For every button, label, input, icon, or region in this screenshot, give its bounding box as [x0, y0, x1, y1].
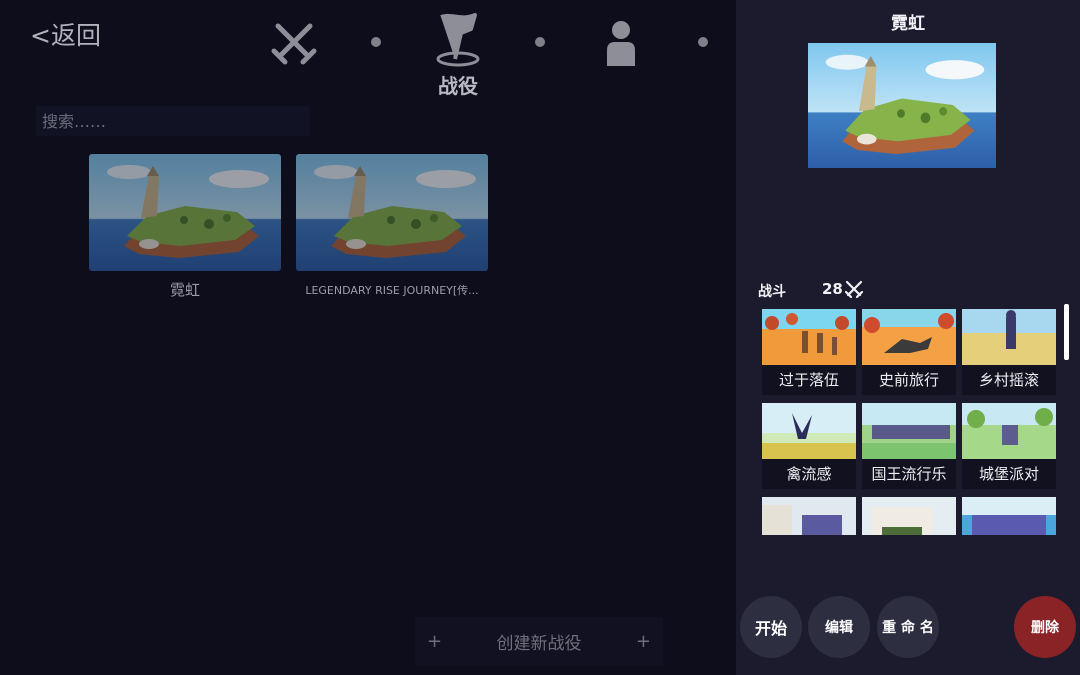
battle-thumbnail: [862, 403, 956, 459]
crossed-swords-icon[interactable]: [266, 14, 322, 70]
battle-thumbnail: [962, 403, 1056, 459]
back-button[interactable]: <返回: [30, 16, 101, 52]
battle-thumbnail: [762, 403, 856, 459]
plus-icon: +: [635, 631, 651, 652]
battle-thumbnail: [962, 309, 1056, 365]
battle-name: 史前旅行: [862, 365, 956, 395]
search-input[interactable]: [36, 106, 309, 136]
battle-count: 28: [822, 280, 843, 298]
battle-thumbnail: [962, 497, 1056, 535]
campaign-title: 霓虹: [891, 14, 925, 34]
battle-tile[interactable]: 乡村摇滚: [962, 309, 1056, 395]
battle-thumbnail: [762, 309, 856, 365]
battle-list[interactable]: 过于落伍 史前旅行 乡村摇滚 禽流感 国王流行乐 城堡派对: [762, 309, 1058, 535]
battle-name: 禽流感: [762, 459, 856, 489]
battle-tile[interactable]: 城堡派对: [962, 403, 1056, 489]
battle-tile[interactable]: [862, 497, 956, 535]
battle-tile[interactable]: 过于落伍: [762, 309, 856, 395]
battle-tile[interactable]: 史前旅行: [862, 309, 956, 395]
battles-label: 战斗: [758, 284, 786, 300]
mode-separator-dot: [371, 37, 381, 47]
battle-tile[interactable]: 国王流行乐: [862, 403, 956, 489]
create-campaign-label: 创建新战役: [496, 634, 582, 654]
battle-tile[interactable]: 禽流感: [762, 403, 856, 489]
battle-thumbnail: [762, 497, 856, 535]
person-icon[interactable]: [593, 14, 649, 70]
campaign-thumbnail: [89, 154, 281, 271]
flag-icon[interactable]: [430, 12, 486, 68]
campaign-name: LEGENDARY RISE JOURNEY[传...: [305, 284, 479, 297]
battle-thumbnail: [862, 309, 956, 365]
start-button[interactable]: 开始: [740, 596, 802, 658]
battle-name: 乡村摇滚: [962, 365, 1056, 395]
battle-tile[interactable]: [962, 497, 1056, 535]
battle-tile[interactable]: [762, 497, 856, 535]
battle-thumbnail: [862, 497, 956, 535]
campaign-card[interactable]: 霓虹: [89, 154, 281, 300]
battle-name: 城堡派对: [962, 459, 1056, 489]
mode-separator-dot: [535, 37, 545, 47]
mode-separator-dot: [698, 37, 708, 47]
plus-icon: +: [427, 631, 443, 652]
delete-button[interactable]: 删除: [1014, 596, 1076, 658]
rename-button[interactable]: 重 命 名: [877, 596, 939, 658]
campaign-card[interactable]: LEGENDARY RISE JOURNEY[传...: [296, 154, 488, 298]
edit-button[interactable]: 编辑: [808, 596, 870, 658]
campaign-preview-image: [808, 43, 996, 168]
active-mode-label: 战役: [438, 74, 478, 98]
campaign-name: 霓虹: [169, 281, 200, 299]
crossed-swords-icon: [844, 279, 864, 299]
battle-list-scrollbar[interactable]: [1064, 304, 1069, 360]
battle-name: 国王流行乐: [862, 459, 956, 489]
campaign-thumbnail: [296, 154, 488, 271]
battle-name: 过于落伍: [762, 365, 856, 395]
create-campaign-button[interactable]: + 创建新战役 +: [415, 617, 663, 666]
